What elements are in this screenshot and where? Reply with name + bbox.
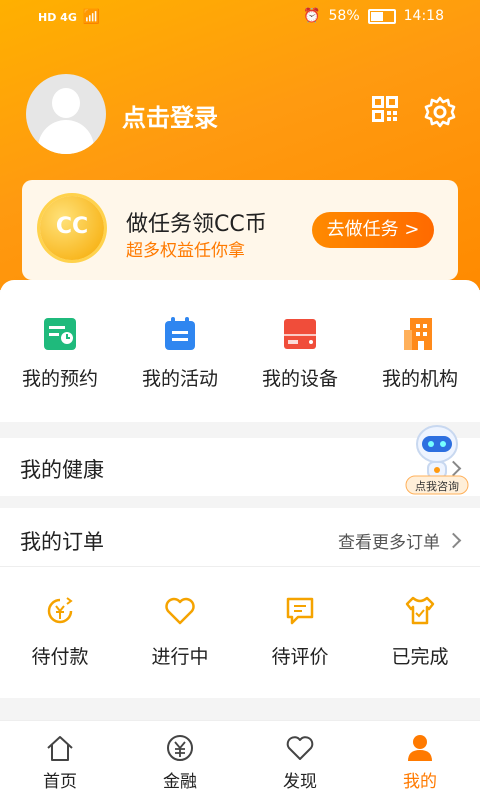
do-task-button[interactable]: 去做任务 >: [312, 212, 434, 248]
activity-notebook-icon: [162, 316, 198, 352]
tab-discover[interactable]: 发现: [240, 733, 360, 792]
quick-item-activity[interactable]: 我的活动: [120, 316, 240, 391]
quick-item-label: 我的预约: [21, 368, 98, 390]
quick-item-label: 我的机构: [381, 368, 458, 390]
building-icon: [402, 316, 438, 352]
calendar-check-icon: [42, 316, 78, 352]
task-card[interactable]: CC 做任务领CC币 超多权益任你拿 去做任务 >: [22, 180, 458, 280]
settings-gear-icon[interactable]: [424, 96, 456, 128]
my-orders: 我的订单 查看更多订单 待付款 进行中 待评价 已完成: [0, 508, 480, 698]
qr-code-icon[interactable]: [372, 96, 398, 122]
yen-circle-icon: [165, 733, 195, 763]
signal-icon: 📶: [82, 9, 101, 25]
quick-item-label: 我的活动: [141, 368, 218, 390]
order-status-completed[interactable]: 已完成: [360, 594, 480, 669]
quick-item-label: 我的设备: [261, 368, 338, 390]
order-status-label: 进行中: [151, 646, 209, 668]
orders-title: 我的订单: [20, 530, 104, 554]
quick-item-institution[interactable]: 我的机构: [360, 316, 480, 391]
profile-header: 点击登录: [26, 74, 456, 154]
person-icon: [405, 733, 435, 763]
cc-coin-icon: CC: [40, 196, 104, 260]
robot-assistant[interactable]: 点我咨询: [404, 420, 470, 496]
comment-icon: [283, 594, 317, 628]
order-status-label: 待评价: [271, 646, 329, 668]
shirt-check-icon: [403, 594, 437, 628]
avatar[interactable]: [26, 74, 106, 154]
task-card-subtitle: 超多权益任你拿: [126, 241, 245, 261]
order-status-pending-payment[interactable]: 待付款: [0, 594, 120, 669]
quick-actions: 我的预约 我的活动 我的设备 我的机构: [0, 280, 480, 422]
clock-time: 14:18: [403, 8, 444, 24]
home-icon: [45, 733, 75, 763]
heart-icon: [285, 733, 315, 763]
order-status-label: 待付款: [31, 646, 89, 668]
tab-mine[interactable]: 我的: [360, 733, 480, 792]
bottom-tab-bar: 首页 金融 发现 我的: [0, 720, 480, 801]
tab-label: 我的: [403, 772, 437, 792]
quick-item-device[interactable]: 我的设备: [240, 316, 360, 391]
network-status: HD 4G: [38, 10, 77, 24]
tab-label: 发现: [283, 772, 317, 792]
login-link[interactable]: 点击登录: [122, 98, 218, 133]
order-status-in-progress[interactable]: 进行中: [120, 594, 240, 669]
chevron-right-icon: [445, 532, 462, 549]
status-bar: HD 4G 📶 ⏰ 58% 14:18: [0, 0, 480, 36]
heart-outline-icon: [163, 594, 197, 628]
divider: [0, 566, 480, 567]
alarm-icon: ⏰: [303, 8, 321, 24]
tab-label: 金融: [163, 772, 197, 792]
battery-percent: 58%: [328, 8, 360, 24]
order-status-to-review[interactable]: 待评价: [240, 594, 360, 669]
task-card-title: 做任务领CC币: [126, 212, 267, 237]
quick-item-appointment[interactable]: 我的预约: [0, 316, 120, 391]
robot-label: 点我咨询: [415, 480, 459, 493]
device-icon: [282, 316, 318, 352]
tab-finance[interactable]: 金融: [120, 733, 240, 792]
order-status-label: 已完成: [391, 646, 449, 668]
tab-label: 首页: [43, 772, 77, 792]
health-title: 我的健康: [20, 458, 104, 482]
view-more-orders-link[interactable]: 查看更多订单: [338, 528, 440, 553]
yen-clock-icon: [43, 594, 77, 628]
battery-icon: [367, 8, 396, 24]
tab-home[interactable]: 首页: [0, 733, 120, 792]
